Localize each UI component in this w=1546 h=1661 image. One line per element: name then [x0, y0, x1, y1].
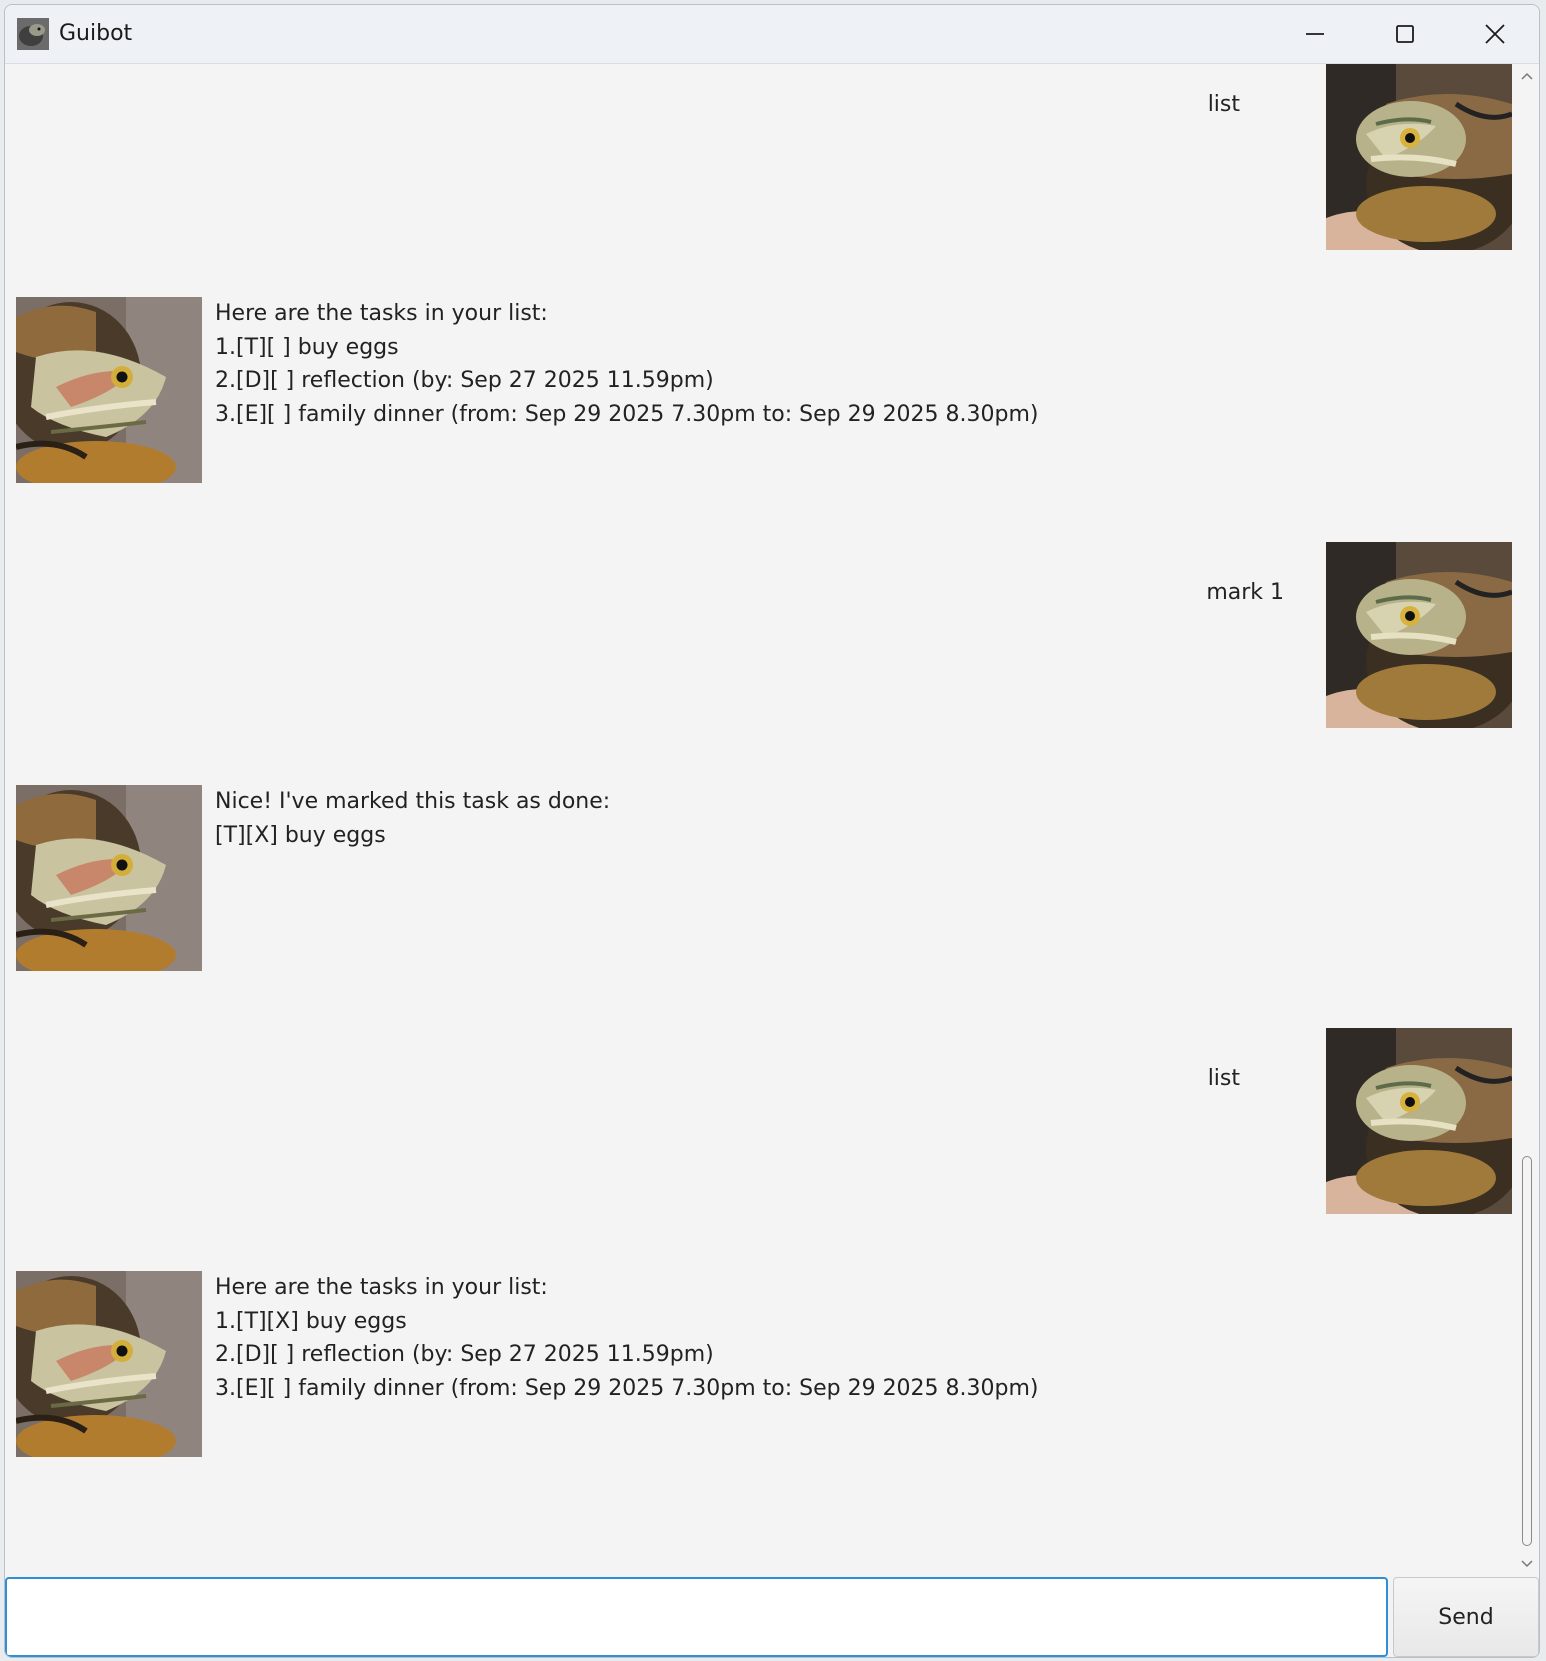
chat-scroll-area[interactable]: list Here are the tasks in your list: 1.…: [5, 64, 1515, 1576]
bot-message: Nice! I've marked this task as done: [T]…: [215, 785, 610, 852]
close-icon: [1485, 24, 1505, 44]
message-line: Nice! I've marked this task as done:: [215, 789, 611, 814]
message-line: list: [1207, 1065, 1240, 1091]
message-line: list: [1207, 91, 1240, 117]
scroll-up-icon[interactable]: [1519, 68, 1535, 84]
vertical-scrollbar[interactable]: [1515, 64, 1539, 1576]
scrollbar-thumb[interactable]: [1522, 1156, 1532, 1546]
bot-message: Here are the tasks in your list: 1.[T][X…: [215, 1271, 1039, 1405]
minimize-icon: [1306, 33, 1324, 35]
message-line: Here are the tasks in your list:: [215, 301, 548, 326]
message-line: 2.[D][ ] reflection (by: Sep 27 2025 11.…: [215, 1342, 714, 1367]
bot-message: Here are the tasks in your list: 1.[T][ …: [215, 297, 1039, 431]
user-avatar: [1326, 542, 1512, 728]
close-button[interactable]: [1450, 5, 1539, 63]
user-avatar: [1326, 64, 1512, 250]
bot-avatar: [16, 1271, 202, 1457]
message-line: 1.[T][ ] buy eggs: [215, 334, 399, 360]
user-message: list: [1166, 64, 1240, 155]
message-line: 3.[E][ ] family dinner (from: Sep 29 202…: [215, 1375, 1039, 1401]
user-message: mark 1: [1164, 542, 1284, 643]
bot-avatar: [16, 785, 202, 971]
message-input[interactable]: [5, 1577, 1388, 1657]
message-line: 3.[E][ ] family dinner (from: Sep 29 202…: [215, 401, 1039, 427]
maximize-icon: [1396, 25, 1414, 43]
app-window: Guibot list Here are the tasks in your l…: [4, 4, 1540, 1658]
bot-avatar: [16, 297, 202, 483]
user-message: list: [1166, 1028, 1240, 1129]
window-title: Guibot: [59, 21, 133, 46]
scroll-down-icon[interactable]: [1519, 1556, 1535, 1572]
message-line: mark 1: [1206, 579, 1284, 605]
turtle-app-icon: [17, 18, 49, 50]
message-line: Here are the tasks in your list:: [215, 1275, 548, 1300]
send-button[interactable]: Send: [1393, 1577, 1539, 1657]
maximize-button[interactable]: [1360, 5, 1450, 63]
message-line: [T][X] buy eggs: [215, 822, 386, 848]
message-line: 2.[D][ ] reflection (by: Sep 27 2025 11.…: [215, 368, 714, 393]
title-bar[interactable]: Guibot: [5, 5, 1539, 64]
minimize-button[interactable]: [1270, 5, 1360, 63]
message-line: 1.[T][X] buy eggs: [215, 1308, 407, 1334]
user-avatar: [1326, 1028, 1512, 1214]
